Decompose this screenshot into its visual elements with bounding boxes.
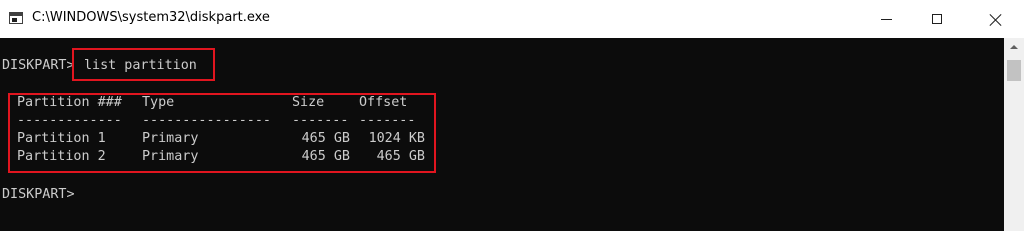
- scroll-up-button[interactable]: [1004, 38, 1024, 56]
- minimize-icon: [880, 18, 892, 20]
- console-output[interactable]: DISKPART> list partition Partition ### T…: [0, 38, 1004, 231]
- scroll-thumb[interactable]: [1007, 60, 1021, 81]
- diskpart-prompt-final[interactable]: DISKPART>: [2, 186, 75, 204]
- vertical-scrollbar[interactable]: [1004, 38, 1024, 231]
- maximize-button[interactable]: [914, 0, 960, 38]
- console-window: C:\WINDOWS\system32\diskpart.exe DISKPAR…: [0, 0, 1024, 231]
- maximize-icon: [932, 14, 942, 24]
- minimize-button[interactable]: [863, 0, 909, 38]
- scroll-up-arrow-icon: [1010, 45, 1018, 49]
- command-highlight-box: [72, 48, 215, 81]
- close-icon: [989, 13, 1002, 26]
- close-button[interactable]: [966, 0, 1024, 38]
- window-title: C:\WINDOWS\system32\diskpart.exe: [32, 10, 270, 25]
- table-highlight-box: [8, 93, 436, 173]
- title-bar[interactable]: C:\WINDOWS\system32\diskpart.exe: [0, 0, 1024, 39]
- console-app-icon[interactable]: [9, 12, 23, 24]
- diskpart-prompt: DISKPART>: [2, 58, 75, 73]
